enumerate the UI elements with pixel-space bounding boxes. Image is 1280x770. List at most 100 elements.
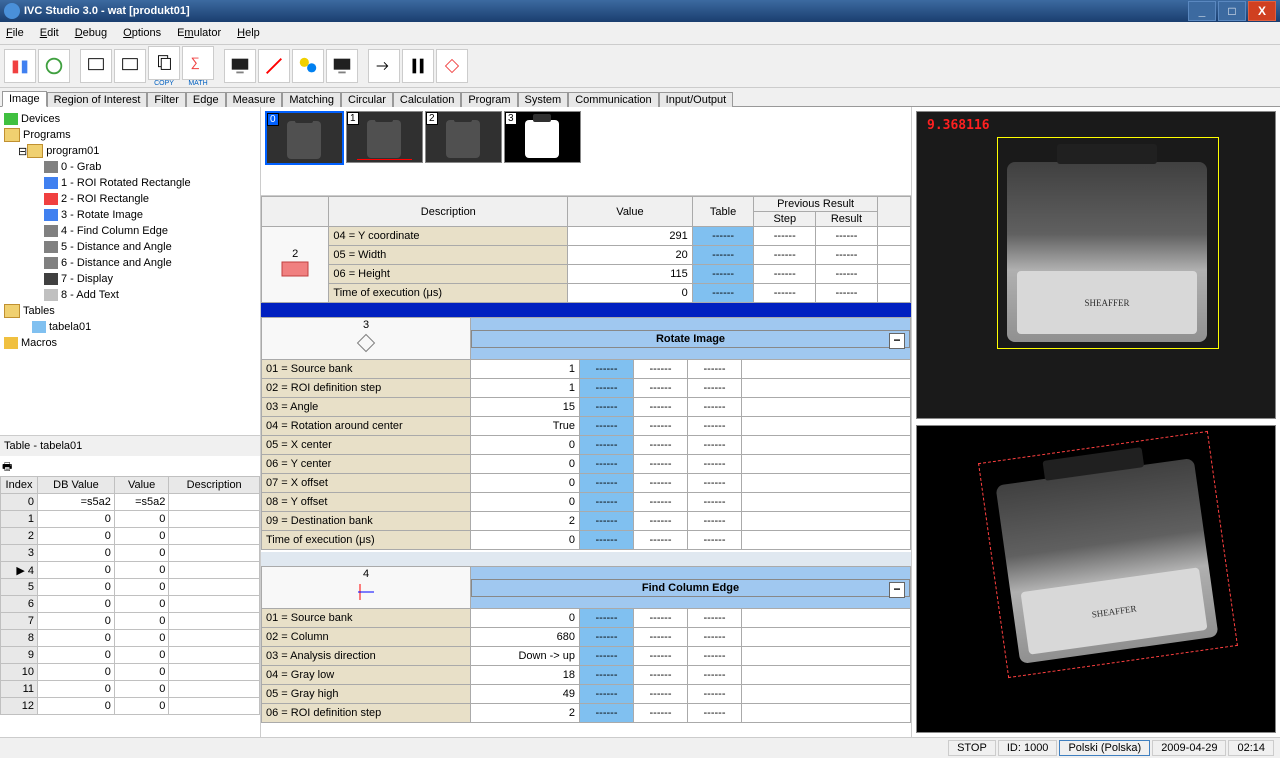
tab-filter[interactable]: Filter <box>147 92 185 107</box>
table-row[interactable]: 800 <box>1 630 260 647</box>
step-row[interactable]: 03 = Analysis directionDown -> up-------… <box>262 647 911 666</box>
step-row[interactable]: 204 = Y coordinate291------------------ <box>262 227 911 246</box>
tree-devices[interactable]: Devices <box>21 113 60 125</box>
tree-step-1[interactable]: 1 - ROI Rotated Rectangle <box>61 177 191 189</box>
table-row[interactable]: 900 <box>1 647 260 664</box>
tree-step-5[interactable]: 5 - Distance and Angle <box>61 241 172 253</box>
collapse-icon[interactable]: − <box>889 582 905 598</box>
table-row[interactable]: 1100 <box>1 681 260 698</box>
tree-programs[interactable]: Programs <box>23 129 71 141</box>
tool-bars[interactable] <box>402 49 434 83</box>
tool-circles[interactable] <box>292 49 324 83</box>
tool-monitor[interactable] <box>224 49 256 83</box>
tree-step-3[interactable]: 3 - Rotate Image <box>61 209 143 221</box>
step-list[interactable]: Description Value Table Previous Result … <box>261 196 911 737</box>
table-row[interactable]: 0=s5a2=s5a2 <box>1 494 260 511</box>
table-row[interactable]: 300 <box>1 545 260 562</box>
step-row[interactable]: 03 = Angle15------------------ <box>262 398 911 417</box>
thumb-3[interactable]: 3 <box>504 111 581 163</box>
step-row[interactable]: 06 = Height115------------------ <box>262 265 911 284</box>
status-date: 2009-04-29 <box>1152 740 1226 756</box>
preview-top[interactable]: 9.368116 SHEAFFER <box>916 111 1276 419</box>
table-row[interactable]: 600 <box>1 596 260 613</box>
tree-tables[interactable]: Tables <box>23 305 55 317</box>
tree-program01[interactable]: program01 <box>46 145 99 157</box>
tab-system[interactable]: System <box>518 92 569 107</box>
step-row[interactable]: 01 = Source bank1------------------ <box>262 360 911 379</box>
tool-copy[interactable] <box>148 46 180 80</box>
step-row[interactable]: 05 = Gray high49------------------ <box>262 685 911 704</box>
step-row[interactable]: 06 = Y center0------------------ <box>262 455 911 474</box>
table-row[interactable]: ▶ 400 <box>1 562 260 579</box>
minimize-button[interactable]: _ <box>1188 1 1216 21</box>
tree-step-4[interactable]: 4 - Find Column Edge <box>61 225 168 237</box>
step-row[interactable]: 04 = Rotation around centerTrue---------… <box>262 417 911 436</box>
tool-math[interactable]: ∑ <box>182 46 214 80</box>
tool-2[interactable] <box>38 49 70 83</box>
step-row[interactable]: 07 = X offset0------------------ <box>262 474 911 493</box>
step-row[interactable]: Time of execution (μs)0-----------------… <box>262 284 911 303</box>
table-row[interactable]: 200 <box>1 528 260 545</box>
thumb-1[interactable]: 1 <box>346 111 423 163</box>
project-tree[interactable]: Devices Programs ⊟ program01 0 - Grab 1 … <box>0 107 260 435</box>
tool-rotate[interactable] <box>436 49 468 83</box>
tab-image[interactable]: Image <box>2 91 47 107</box>
step-row[interactable]: 09 = Destination bank2------------------ <box>262 512 911 531</box>
thumb-2[interactable]: 2 <box>425 111 502 163</box>
rotate-header[interactable]: Rotate Image− <box>471 330 910 348</box>
maximize-button[interactable]: □ <box>1218 1 1246 21</box>
tab-io[interactable]: Input/Output <box>659 92 734 107</box>
table-row[interactable]: 1000 <box>1 664 260 681</box>
tab-program[interactable]: Program <box>461 92 517 107</box>
step-row[interactable]: Time of execution (μs)0-----------------… <box>262 531 911 550</box>
tree-step-6[interactable]: 6 - Distance and Angle <box>61 257 172 269</box>
print-icon[interactable]: 🖶 <box>2 458 20 474</box>
table-row[interactable]: 1200 <box>1 698 260 715</box>
step-row[interactable]: 02 = Column680------------------ <box>262 628 911 647</box>
status-lang[interactable]: Polski (Polska) <box>1059 740 1150 756</box>
tree-step-2[interactable]: 2 - ROI Rectangle <box>61 193 149 205</box>
tree-step-0[interactable]: 0 - Grab <box>61 161 101 173</box>
tab-roi[interactable]: Region of Interest <box>47 92 148 107</box>
table-row[interactable]: 500 <box>1 579 260 596</box>
menu-options[interactable]: Options <box>123 27 161 39</box>
collapse-icon[interactable]: − <box>889 333 905 349</box>
tree-macros[interactable]: Macros <box>21 337 57 349</box>
step-row[interactable]: 05 = Width20------------------ <box>262 246 911 265</box>
tab-calculation[interactable]: Calculation <box>393 92 461 107</box>
find-header[interactable]: Find Column Edge− <box>471 579 910 597</box>
menu-help[interactable]: Help <box>237 27 260 39</box>
tab-measure[interactable]: Measure <box>226 92 283 107</box>
data-table[interactable]: Index DB Value Value Description 0=s5a2=… <box>0 476 260 715</box>
tree-step-7[interactable]: 7 - Display <box>61 273 113 285</box>
tab-edge[interactable]: Edge <box>186 92 226 107</box>
step-row[interactable]: 06 = ROI definition step2---------------… <box>262 704 911 723</box>
statusbar: STOP ID: 1000 Polski (Polska) 2009-04-29… <box>0 737 1280 758</box>
step-row[interactable]: 02 = ROI definition step1---------------… <box>262 379 911 398</box>
menu-file[interactable]: File <box>6 27 24 39</box>
table-row[interactable]: 700 <box>1 613 260 630</box>
tool-line[interactable] <box>258 49 290 83</box>
thumb-0[interactable]: 0 <box>265 111 344 165</box>
tab-communication[interactable]: Communication <box>568 92 658 107</box>
table-row[interactable]: 100 <box>1 511 260 528</box>
close-button[interactable]: X <box>1248 1 1276 21</box>
step-row[interactable]: 08 = Y offset0------------------ <box>262 493 911 512</box>
step-row[interactable]: 01 = Source bank0------------------ <box>262 609 911 628</box>
step-row[interactable]: 04 = Gray low18------------------ <box>262 666 911 685</box>
tab-matching[interactable]: Matching <box>282 92 341 107</box>
preview-bottom[interactable]: SHEAFFER <box>916 425 1276 733</box>
tree-step-8[interactable]: 8 - Add Text <box>61 289 119 301</box>
step-row[interactable]: 05 = X center0------------------ <box>262 436 911 455</box>
hdr-desc: Description <box>329 197 568 227</box>
menu-debug[interactable]: Debug <box>75 27 107 39</box>
tool-monitor2[interactable] <box>326 49 358 83</box>
menu-edit[interactable]: Edit <box>40 27 59 39</box>
tab-circular[interactable]: Circular <box>341 92 393 107</box>
tree-tabela01[interactable]: tabela01 <box>49 321 91 333</box>
tool-arrow[interactable] <box>368 49 400 83</box>
menu-emulator[interactable]: Emulator <box>177 27 221 39</box>
tool-4[interactable] <box>114 49 146 83</box>
tool-1[interactable] <box>4 49 36 83</box>
tool-3[interactable] <box>80 49 112 83</box>
